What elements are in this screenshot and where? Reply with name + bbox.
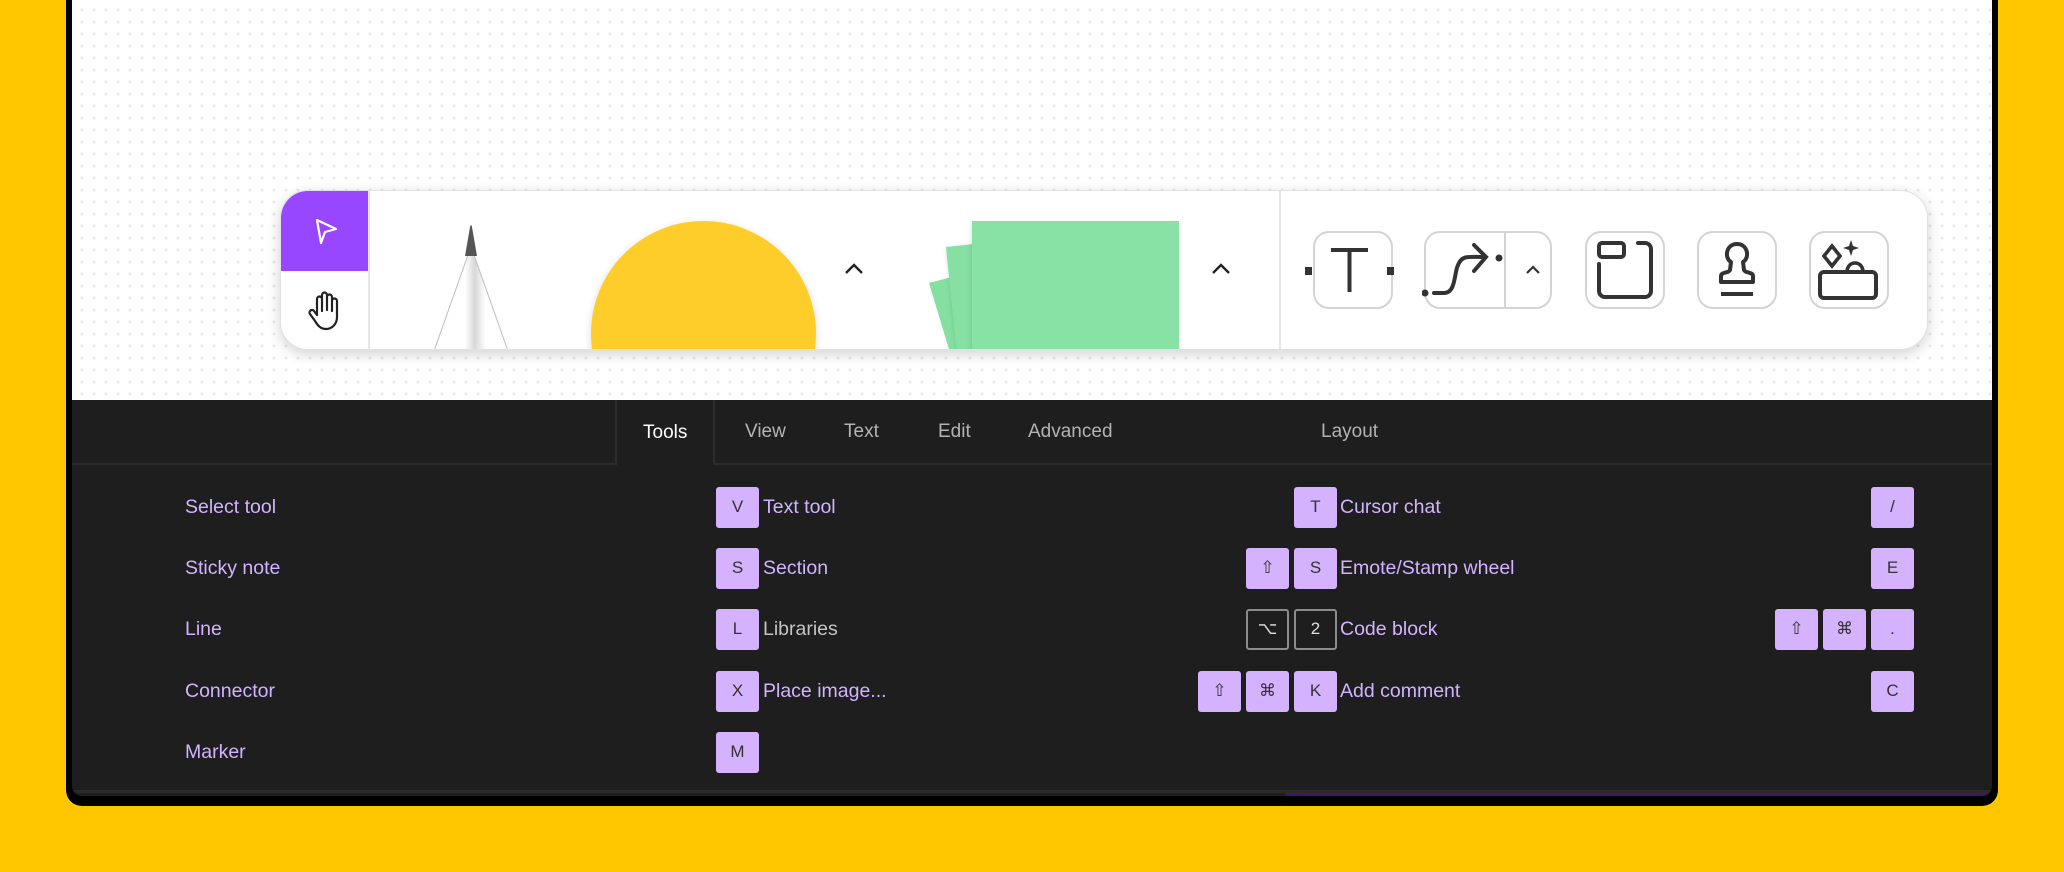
shortcut-keys: V (716, 486, 759, 528)
shortcut-row: Libraries ⌥ 2 (763, 608, 1337, 650)
key-cap: C (1871, 670, 1914, 712)
key-cap: ⌘ (1823, 608, 1866, 650)
key-cap: ⌘ (1246, 670, 1289, 712)
tab-edit[interactable]: Edit (938, 400, 971, 463)
learning-progress-bar (1285, 793, 1992, 796)
shortcut-row: Connector X (185, 670, 759, 712)
key-cap: ⇧ (1775, 608, 1818, 650)
hand-mode-button[interactable] (281, 271, 368, 349)
section-tool-button[interactable] (1585, 231, 1665, 309)
mode-switcher (281, 191, 370, 349)
stamp-tool-button[interactable] (1697, 231, 1777, 309)
shortcut-keys: ⇧ ⌘ K (1198, 670, 1337, 712)
key-cap: / (1871, 486, 1914, 528)
shortcut-label: Code block (1340, 617, 1438, 640)
cursor-arrow-icon (315, 218, 337, 245)
shortcut-keys: T (1294, 486, 1337, 528)
connector-icon (1422, 243, 1503, 297)
key-cap: V (716, 486, 759, 528)
shortcut-label: Section (763, 556, 829, 579)
key-cap: 2 (1294, 608, 1337, 650)
more-tools-button[interactable] (1809, 231, 1889, 309)
shortcut-row: Sticky note S (185, 547, 759, 589)
shortcut-keys: ⇧ S (1246, 547, 1337, 589)
toolbar-divider (1279, 191, 1281, 349)
marker-tool[interactable] (426, 221, 516, 349)
shortcut-label: Cursor chat (1340, 495, 1441, 518)
shortcut-keys: ⌥ 2 (1246, 608, 1337, 650)
shortcut-keys: X (716, 670, 759, 712)
connector-split-divider (1504, 233, 1506, 307)
keyboard-shortcuts-panel: Tools View Text Edit Advanced Layout Sel… (72, 400, 1992, 796)
key-cap: M (716, 731, 759, 773)
canvas[interactable] (72, 0, 1992, 400)
text-icon (1305, 248, 1394, 292)
key-cap: ⇧ (1198, 670, 1241, 712)
shortcut-keys: M (716, 731, 759, 773)
chevron-up-icon[interactable] (1525, 265, 1541, 275)
tab-layout[interactable]: Layout (1321, 400, 1378, 463)
sticky-note-tool[interactable] (929, 221, 1180, 349)
key-cap: ⌥ (1246, 608, 1289, 650)
sticky-options-chevron[interactable] (1203, 251, 1239, 287)
shortcut-row: Code block ⇧ ⌘. (1340, 608, 1914, 650)
key-cap: . (1871, 608, 1914, 650)
shortcut-row: Text tool T (763, 486, 1337, 528)
shortcut-row: Emote/Stamp wheel E (1340, 547, 1914, 589)
shortcut-label: Place image... (763, 679, 887, 702)
hand-icon (307, 291, 338, 331)
key-cap: L (716, 608, 759, 650)
tab-view[interactable]: View (745, 400, 786, 463)
shortcut-label: Select tool (185, 495, 277, 518)
text-tool-button[interactable] (1305, 231, 1394, 309)
shape-options-chevron[interactable] (836, 251, 872, 287)
circle-shape-icon (591, 221, 816, 349)
tab-tools[interactable]: Tools (615, 400, 716, 465)
shortcut-keys: E (1871, 547, 1914, 589)
key-cap: T (1294, 486, 1337, 528)
pen-icon (434, 225, 508, 349)
shortcut-row: Cursor chat / (1340, 486, 1914, 528)
shortcut-row: Select tool V (185, 486, 759, 528)
key-cap: S (716, 547, 759, 589)
shortcut-label: Sticky note (185, 556, 281, 579)
shortcut-row: Place image... ⇧ ⌘ K (763, 670, 1337, 712)
connector-tool-button[interactable] (1422, 231, 1552, 309)
shortcut-row: Line L (185, 608, 759, 650)
select-mode-button[interactable] (281, 191, 368, 271)
shortcut-label: Line (185, 617, 222, 640)
shortcut-tabs: Tools View Text Edit Advanced Layout (72, 400, 1992, 465)
shortcut-label: Libraries (763, 617, 838, 640)
key-cap: E (1871, 547, 1914, 589)
stamp-icon (1719, 242, 1755, 296)
shortcut-label: Add comment (1340, 679, 1461, 702)
shortcut-label: Connector (185, 679, 275, 702)
key-cap: K (1294, 670, 1337, 712)
shortcut-keys: C (1871, 670, 1914, 712)
shortcut-keys: ⇧ ⌘. (1775, 608, 1914, 650)
chevron-up-icon (845, 263, 863, 274)
key-cap: X (716, 670, 759, 712)
shortcut-keys: / (1871, 486, 1914, 528)
toolbar (280, 190, 1928, 350)
chevron-up-icon (1212, 263, 1230, 274)
tab-advanced[interactable]: Advanced (1028, 400, 1113, 463)
more-tools-icon (1818, 240, 1878, 300)
shortcut-label: Marker (185, 740, 246, 763)
shortcut-row: Section ⇧ S (763, 547, 1337, 589)
shortcut-label: Text tool (763, 495, 836, 518)
key-cap: ⇧ (1246, 547, 1289, 589)
shortcut-row: Add comment C (1340, 670, 1914, 712)
shortcut-keys: L (716, 608, 759, 650)
shape-tool[interactable] (591, 221, 816, 349)
key-cap: S (1294, 547, 1337, 589)
tab-text[interactable]: Text (844, 400, 879, 463)
shortcut-row: Marker M (185, 731, 759, 773)
sticky-note-icon (929, 221, 1180, 349)
shortcut-keys: S (716, 547, 759, 589)
section-icon (1597, 241, 1653, 299)
shortcut-label: Emote/Stamp wheel (1340, 556, 1515, 579)
